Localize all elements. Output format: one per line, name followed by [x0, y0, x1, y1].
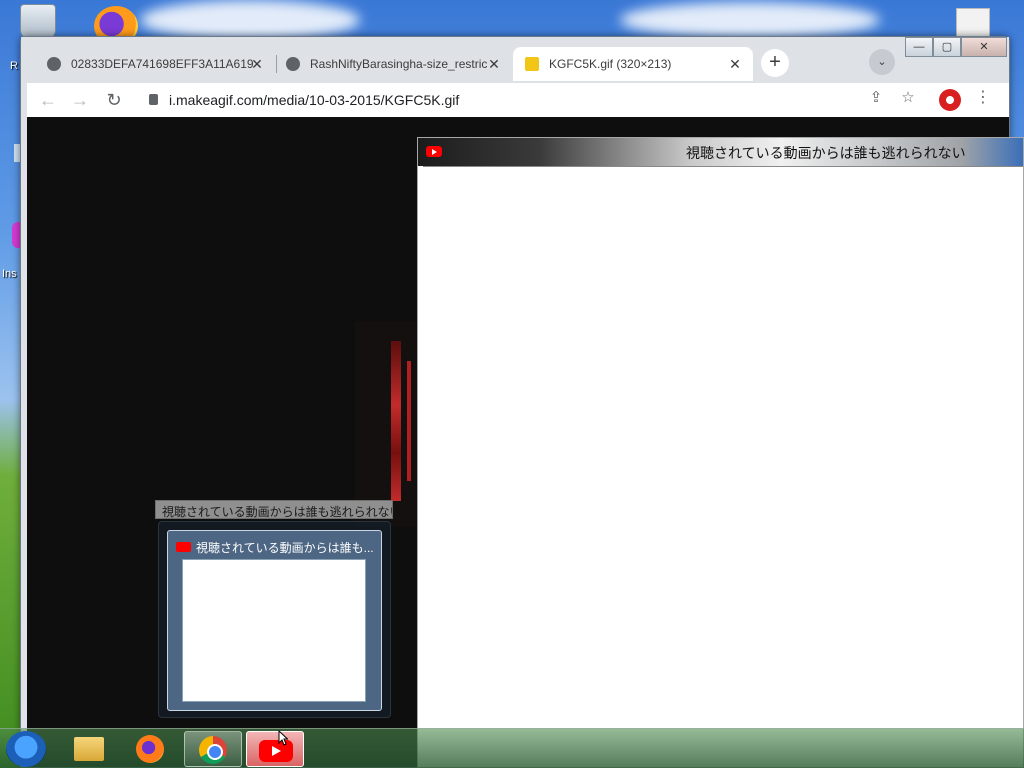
desktop-label: R	[10, 60, 18, 72]
profile-avatar[interactable]	[939, 89, 961, 111]
tab-label: KGFC5K.gif (320×213)	[549, 57, 672, 71]
globe-icon	[286, 57, 300, 71]
folder-icon	[74, 737, 104, 761]
taskbar-tooltip: 視聴されている動画からは誰も逃れられない	[155, 500, 393, 519]
taskbar-thumbnail-preview[interactable]: 視聴されている動画からは誰も...	[158, 521, 391, 718]
minimize-button[interactable]: —	[905, 37, 933, 57]
tab-label: RashNiftyBarasingha-size_restric	[310, 57, 488, 71]
taskbar	[0, 728, 1024, 768]
youtube-icon	[426, 146, 442, 157]
globe-icon	[47, 57, 61, 71]
menu-icon[interactable]: ⋮	[975, 87, 991, 107]
chrome-icon	[199, 736, 227, 764]
youtube-window-titlebar[interactable]: 視聴されている動画からは誰も逃れられない	[418, 138, 1023, 166]
recycle-bin-icon[interactable]	[20, 4, 56, 40]
forward-button[interactable]: →	[67, 87, 93, 113]
share-icon[interactable]: ⇪	[865, 87, 887, 109]
lock-icon[interactable]	[149, 94, 158, 105]
mouse-cursor-icon	[278, 730, 288, 746]
taskbar-explorer[interactable]	[60, 731, 118, 767]
browser-toolbar: ← → ↻ i.makeagif.com/media/10-03-2015/KG…	[27, 83, 1009, 117]
youtube-icon	[176, 542, 191, 552]
wallpaper-cloud	[140, 0, 360, 40]
close-icon[interactable]: ✕	[249, 56, 265, 72]
taskbar-firefox[interactable]	[122, 731, 180, 767]
thumbnail-image[interactable]	[182, 559, 366, 702]
thumbnail-card[interactable]: 視聴されている動画からは誰も...	[167, 530, 382, 711]
back-button[interactable]: ←	[35, 87, 61, 113]
tab-search-button[interactable]: ⌄	[869, 49, 895, 75]
taskbar-youtube[interactable]	[246, 731, 304, 767]
start-button[interactable]	[6, 731, 46, 767]
close-icon[interactable]: ✕	[727, 56, 743, 72]
reload-button[interactable]: ↻	[101, 87, 127, 113]
gif-neon-light	[407, 361, 411, 481]
desktop-label: Ins	[2, 268, 17, 280]
gif-favicon-icon	[525, 57, 539, 71]
close-icon[interactable]: ✕	[486, 56, 502, 72]
bookmark-star-icon[interactable]: ☆	[897, 87, 919, 109]
youtube-window-content[interactable]	[423, 166, 1023, 767]
thumbnail-title: 視聴されている動画からは誰も...	[196, 541, 374, 555]
tab-2[interactable]: RashNiftyBarasingha-size_restric ✕	[274, 47, 512, 81]
tab-1[interactable]: 02833DEFA741698EFF3A11A619 ✕	[35, 47, 275, 81]
close-window-button[interactable]: ✕	[961, 37, 1007, 57]
tab-label: 02833DEFA741698EFF3A11A619	[71, 57, 254, 71]
new-tab-button[interactable]: +	[761, 49, 789, 77]
youtube-window[interactable]: 視聴されている動画からは誰も逃れられない	[417, 137, 1024, 768]
tab-3-active[interactable]: KGFC5K.gif (320×213) ✕	[513, 47, 753, 81]
maximize-button[interactable]: ▢	[933, 37, 961, 57]
taskbar-chrome[interactable]	[184, 731, 242, 767]
wallpaper-cloud	[620, 2, 880, 38]
firefox-icon	[136, 735, 164, 763]
url-text[interactable]: i.makeagif.com/media/10-03-2015/KGFC5K.g…	[169, 92, 459, 108]
tab-strip: 02833DEFA741698EFF3A11A619 ✕ RashNiftyBa…	[21, 37, 1009, 83]
gif-neon-light	[391, 341, 401, 501]
youtube-window-title: 視聴されている動画からは誰も逃れられない	[686, 145, 966, 161]
